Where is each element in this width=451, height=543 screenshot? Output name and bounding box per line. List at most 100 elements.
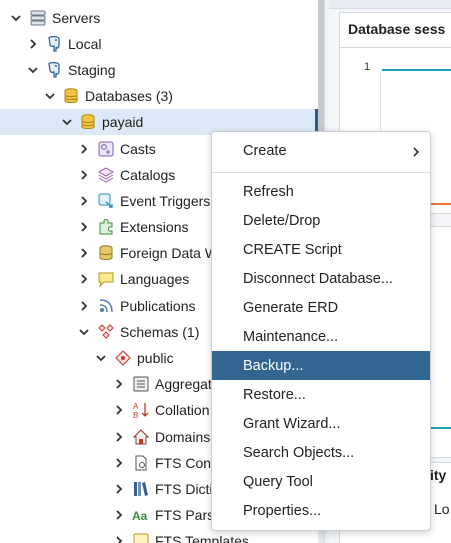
menu-item-query-tool[interactable]: Query Tool xyxy=(212,467,430,496)
chevron-down-icon[interactable] xyxy=(43,89,57,103)
menu-item-label: Create xyxy=(243,142,287,159)
fts-parser-icon: Aa xyxy=(132,506,150,524)
tree-item-label: Aggregat xyxy=(155,376,212,392)
menu-item-search-objects[interactable]: Search Objects... xyxy=(212,438,430,467)
tree-item-label: Staging xyxy=(68,62,116,78)
menu-item-label: Query Tool xyxy=(243,473,313,490)
dashboard-toolbar xyxy=(329,0,451,9)
chevron-down-icon[interactable] xyxy=(94,351,108,365)
casts-icon xyxy=(97,140,115,158)
tree-item-servers[interactable]: Servers xyxy=(0,5,322,31)
tree-item-label: Catalogs xyxy=(120,167,176,183)
fts-templates-icon xyxy=(132,532,150,543)
panel-divider xyxy=(340,47,451,48)
tree-item-label: Servers xyxy=(52,10,101,26)
tree-item-databases[interactable]: Databases (3) xyxy=(0,83,322,109)
chevron-right-icon[interactable] xyxy=(77,299,91,313)
schemas-icon xyxy=(97,323,115,341)
menu-item-refresh[interactable]: Refresh xyxy=(212,177,430,206)
chevron-right-icon xyxy=(412,145,420,157)
database-icon xyxy=(79,113,97,131)
servers-icon xyxy=(29,9,47,27)
menu-separator xyxy=(212,172,430,173)
menu-item-label: Properties... xyxy=(243,502,322,519)
databases-icon xyxy=(62,87,80,105)
domains-icon xyxy=(132,428,150,446)
menu-item-delete-drop[interactable]: Delete/Drop xyxy=(212,206,430,235)
schema-icon xyxy=(114,349,132,367)
tree-item-label: Local xyxy=(68,36,102,52)
chevron-down-icon[interactable] xyxy=(60,115,74,129)
chevron-right-icon[interactable] xyxy=(77,142,91,156)
postgres-elephant-icon xyxy=(45,35,63,53)
tree-item-local[interactable]: Local xyxy=(0,31,322,57)
menu-item-generate-erd[interactable]: Generate ERD xyxy=(212,293,430,322)
menu-item-label: Restore... xyxy=(243,386,306,403)
chevron-right-icon[interactable] xyxy=(77,246,91,260)
menu-item-grant-wizard[interactable]: Grant Wizard... xyxy=(212,409,430,438)
menu-item-label: Generate ERD xyxy=(243,299,339,316)
tree-item-label: public xyxy=(137,350,174,366)
chevron-right-icon[interactable] xyxy=(112,403,126,417)
chevron-right-icon[interactable] xyxy=(112,482,126,496)
fts-dictionary-icon xyxy=(132,480,150,498)
menu-item-create[interactable]: Create xyxy=(212,136,430,165)
event-triggers-icon xyxy=(97,192,115,210)
chevron-right-icon[interactable] xyxy=(112,377,126,391)
chart-series-line xyxy=(430,427,451,429)
chevron-right-icon[interactable] xyxy=(112,430,126,444)
tree-item-label: FTS Pars xyxy=(155,507,215,523)
chart-axis-label: 1 xyxy=(364,61,371,73)
svg-text:Aa: Aa xyxy=(132,509,148,523)
chevron-down-icon[interactable] xyxy=(26,63,40,77)
postgres-elephant-icon xyxy=(45,61,63,79)
menu-item-label: Disconnect Database... xyxy=(243,270,393,287)
chevron-right-icon[interactable] xyxy=(77,168,91,182)
tree-item-label: Databases (3) xyxy=(85,88,173,104)
menu-item-label: Maintenance... xyxy=(243,328,339,345)
panel-tab-label[interactable]: Lo xyxy=(434,501,450,517)
chevron-right-icon[interactable] xyxy=(77,194,91,208)
menu-item-label: Backup... xyxy=(243,357,304,374)
chevron-right-icon[interactable] xyxy=(77,220,91,234)
tree-item-label: FTS Templates xyxy=(155,533,249,543)
tree-item-staging[interactable]: Staging xyxy=(0,57,322,83)
chart-series-line xyxy=(382,69,451,71)
extensions-icon xyxy=(97,218,115,236)
menu-item-label: Search Objects... xyxy=(243,444,355,461)
publications-icon xyxy=(97,297,115,315)
svg-text:A: A xyxy=(133,402,139,411)
tree-item-label: Foreign Data W xyxy=(120,245,219,261)
chevron-right-icon[interactable] xyxy=(112,508,126,522)
menu-item-restore[interactable]: Restore... xyxy=(212,380,430,409)
menu-item-backup[interactable]: Backup... xyxy=(212,351,430,380)
tree-item-label: Schemas (1) xyxy=(120,324,200,340)
tree-item-label: Domains xyxy=(155,429,211,445)
collations-icon: AB xyxy=(132,401,150,420)
panel-title: Database sess xyxy=(348,21,446,37)
chevron-right-icon[interactable] xyxy=(77,272,91,286)
menu-item-maintenance[interactable]: Maintenance... xyxy=(212,322,430,351)
chevron-right-icon[interactable] xyxy=(112,534,126,543)
tree-item-label: Publications xyxy=(120,298,196,314)
chevron-right-icon[interactable] xyxy=(26,37,40,51)
menu-item-properties[interactable]: Properties... xyxy=(212,496,430,525)
languages-icon xyxy=(97,270,115,288)
chevron-right-icon[interactable] xyxy=(112,456,126,470)
menu-item-create-script[interactable]: CREATE Script xyxy=(212,235,430,264)
chevron-down-icon[interactable] xyxy=(77,325,91,339)
panel-title: ity xyxy=(430,467,447,483)
tree-item-label: Casts xyxy=(120,141,156,157)
tree-item-label: FTS Dicti xyxy=(155,481,213,497)
tree-item-label: Event Triggers xyxy=(120,193,211,209)
chart-series-line xyxy=(430,203,451,205)
menu-item-label: Grant Wizard... xyxy=(243,415,341,432)
catalogs-icon xyxy=(97,166,115,184)
chevron-down-icon[interactable] xyxy=(9,11,23,25)
tree-item-label: payaid xyxy=(102,114,144,130)
tree-item-label: FTS Conf xyxy=(155,455,215,471)
menu-item-disconnect-database[interactable]: Disconnect Database... xyxy=(212,264,430,293)
tree-item-label: Collation xyxy=(155,402,210,418)
fts-config-icon xyxy=(132,454,150,472)
menu-item-label: Delete/Drop xyxy=(243,212,321,229)
